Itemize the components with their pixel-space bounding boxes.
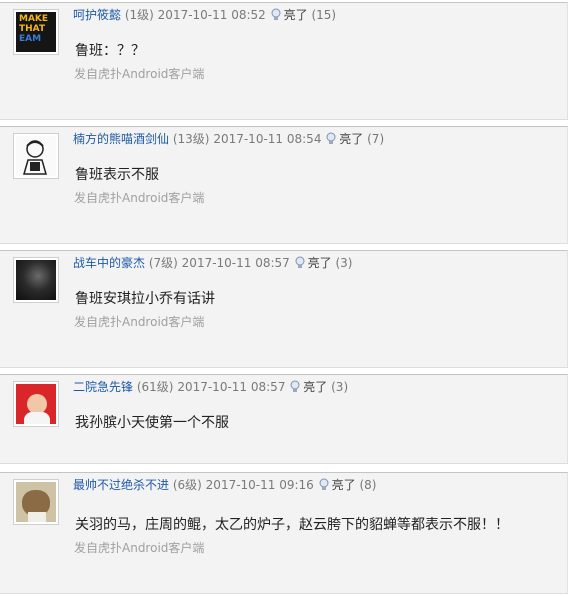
avatar[interactable] [13,479,59,525]
comment-text: 鲁班表示不服 [75,167,159,183]
lightbulb-icon [326,132,336,144]
comment-item: 战车中的豪杰 (7级) 2017-10-11 08:57 亮了 (3) 鲁班安琪… [0,250,568,368]
light-button[interactable]: 亮了 [294,256,336,270]
timestamp: 2017-10-11 08:52 [157,8,266,22]
comment-text: 关羽的马，庄周的鲲，太乙的炉子，赵云胯下的貂蝉等都表示不服！！ [75,517,509,533]
comment-text: 鲁班安琪拉小乔有话讲 [75,291,215,307]
light-button[interactable]: 亮了 [325,132,367,146]
avatar[interactable] [13,133,59,179]
avatar-sketch [23,140,47,175]
comment-item: 二院急先锋 (61级) 2017-10-11 08:57 亮了 (3) 我孙膑小… [0,374,568,464]
comment-meta: 战车中的豪杰 (7级) 2017-10-11 08:57 亮了 (3) [73,255,352,271]
user-level: (7级) [148,256,178,270]
light-button[interactable]: 亮了 [270,8,312,22]
light-label: 亮了 [283,8,308,22]
comment-source: 发自虎扑Android客户端 [74,67,205,81]
comment-item: MAKE THAT EAM 呵护筱懿 (1级) 2017-10-11 08:52… [0,2,568,120]
comment-meta: 最帅不过绝杀不进 (6级) 2017-10-11 09:16 亮了 (8) [73,477,376,493]
comment-text: 我孙膑小天使第一个不服 [75,415,229,431]
light-count: (7) [367,132,385,146]
avatar[interactable] [13,381,59,427]
light-label: 亮了 [331,478,356,492]
lightbulb-icon [290,380,300,392]
timestamp: 2017-10-11 08:54 [213,132,322,146]
avatar-logo-text: MAKE THAT EAM [19,14,49,44]
comment-meta: 楠方的熊喵酒剑仙 (13级) 2017-10-11 08:54 亮了 (7) [73,131,384,147]
timestamp: 2017-10-11 09:16 [205,478,314,492]
comment-item: 楠方的熊喵酒剑仙 (13级) 2017-10-11 08:54 亮了 (7) 鲁… [0,126,568,244]
timestamp: 2017-10-11 08:57 [177,380,286,394]
light-label: 亮了 [303,380,328,394]
light-count: (3) [331,380,349,394]
comment-source: 发自虎扑Android客户端 [74,191,205,205]
user-level: (6级) [172,478,202,492]
user-level: (13级) [172,132,210,146]
lightbulb-icon [319,478,329,490]
timestamp: 2017-10-11 08:57 [181,256,290,270]
username-link[interactable]: 最帅不过绝杀不进 [73,478,169,492]
comment-meta: 二院急先锋 (61级) 2017-10-11 08:57 亮了 (3) [73,379,348,395]
comment-meta: 呵护筱懿 (1级) 2017-10-11 08:52 亮了 (15) [73,7,336,23]
light-button[interactable]: 亮了 [318,478,360,492]
user-level: (61级) [136,380,174,394]
light-label: 亮了 [339,132,364,146]
light-button[interactable]: 亮了 [289,380,331,394]
user-level: (1级) [124,8,154,22]
light-count: (8) [359,478,377,492]
light-count: (15) [311,8,337,22]
light-label: 亮了 [307,256,332,270]
username-link[interactable]: 二院急先锋 [73,380,133,394]
comment-item: 最帅不过绝杀不进 (6级) 2017-10-11 09:16 亮了 (8) 关羽… [0,472,568,594]
comment-text: 鲁班：？？ [75,43,145,59]
comment-source: 发自虎扑Android客户端 [74,541,205,555]
username-link[interactable]: 战车中的豪杰 [73,256,145,270]
comment-source: 发自虎扑Android客户端 [74,315,205,329]
avatar[interactable]: MAKE THAT EAM [13,9,59,55]
username-link[interactable]: 呵护筱懿 [73,8,121,22]
lightbulb-icon [271,8,281,20]
avatar[interactable] [13,257,59,303]
lightbulb-icon [295,256,305,268]
light-count: (3) [335,256,353,270]
username-link[interactable]: 楠方的熊喵酒剑仙 [73,132,169,146]
